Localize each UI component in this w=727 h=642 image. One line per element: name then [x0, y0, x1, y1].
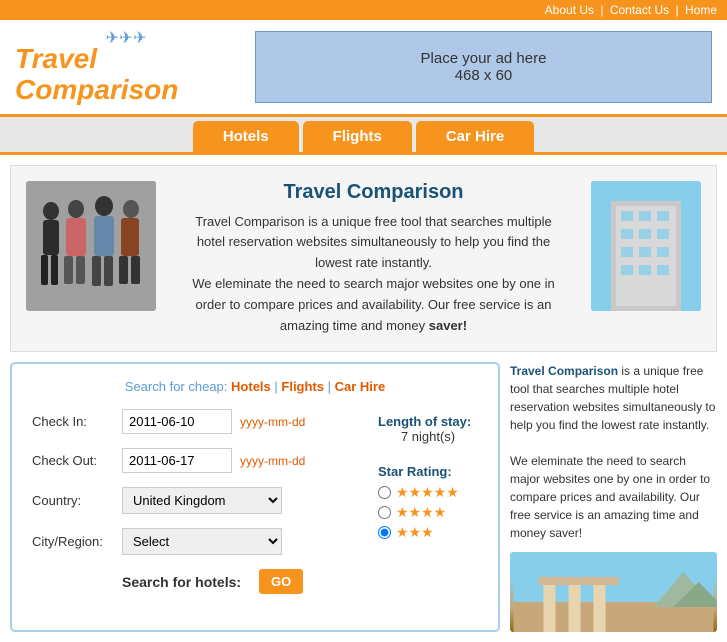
top-bar: About Us | Contact Us | Home	[0, 0, 727, 20]
checkin-input-group: yyyy-mm-dd	[122, 409, 305, 434]
tab-car-hire[interactable]: Car Hire	[416, 121, 534, 152]
country-select[interactable]: United Kingdom United States France Germ…	[122, 487, 282, 514]
star-3-row: ★★★	[378, 524, 478, 541]
checkin-label: Check In:	[32, 414, 122, 429]
hero-people-image	[26, 181, 156, 311]
sidebar-text: Travel Comparison is a unique free tool …	[510, 362, 717, 542]
checkin-input[interactable]	[122, 409, 232, 434]
header: ✈ ✈ ✈ Travel Comparison Place your ad he…	[0, 20, 727, 117]
star-4-row: ★★★★	[378, 504, 478, 521]
star-5-row: ★★★★★	[378, 484, 478, 501]
star-3-radio[interactable]	[378, 526, 391, 539]
city-row: City/Region: Select	[32, 528, 338, 555]
checkout-row: Check Out: yyyy-mm-dd	[32, 448, 338, 473]
sidebar-image	[510, 552, 717, 632]
home-link[interactable]: Home	[685, 3, 717, 17]
search-panel-wrap: Search for cheap: Hotels | Flights | Car…	[10, 362, 717, 632]
ad-line1: Place your ad here	[266, 50, 701, 67]
star-4-icons: ★★★★	[396, 504, 446, 521]
about-us-link[interactable]: About Us	[545, 3, 594, 17]
hero-body: Travel Comparison is a unique free tool …	[181, 212, 566, 337]
star-rating-section: Star Rating: ★★★★★ ★★★★ ★★★	[378, 464, 478, 544]
search-carhire-link[interactable]: Car Hire	[335, 379, 386, 394]
length-label: Length of stay:	[378, 414, 478, 429]
length-number: 7	[401, 429, 408, 444]
ad-banner: Place your ad here 468 x 60	[255, 31, 712, 103]
contact-us-link[interactable]: Contact Us	[610, 3, 669, 17]
logo-area: ✈ ✈ ✈ Travel Comparison	[15, 28, 235, 106]
hero-title: Travel Comparison	[181, 181, 566, 204]
logo-text: Travel Comparison	[15, 44, 235, 106]
length-of-stay: Length of stay: 7 night(s)	[378, 414, 478, 444]
ad-line2: 468 x 60	[266, 67, 701, 84]
hero-text: Travel Comparison Travel Comparison is a…	[171, 181, 576, 337]
search-title-text: Search for cheap:	[125, 379, 228, 394]
search-flights-link[interactable]: Flights	[281, 379, 324, 394]
length-unit: night(s)	[412, 429, 455, 444]
tab-hotels[interactable]: Hotels	[193, 121, 299, 152]
city-select[interactable]: Select	[122, 528, 282, 555]
go-button[interactable]: GO	[259, 569, 303, 594]
checkin-row: Check In: yyyy-mm-dd	[32, 409, 338, 434]
tab-flights[interactable]: Flights	[303, 121, 412, 152]
country-row: Country: United Kingdom United States Fr…	[32, 487, 338, 514]
separator2: |	[676, 3, 682, 17]
length-value: 7 night(s)	[378, 429, 478, 444]
hero-section: Travel Comparison Travel Comparison is a…	[10, 165, 717, 353]
search-button-row: Search for hotels: GO	[32, 569, 338, 594]
checkout-input[interactable]	[122, 448, 232, 473]
country-label: Country:	[32, 493, 122, 508]
checkout-placeholder: yyyy-mm-dd	[240, 454, 305, 468]
star-label: Star Rating:	[378, 464, 478, 479]
sidebar: Travel Comparison is a unique free tool …	[510, 362, 717, 632]
sep2: |	[328, 379, 335, 394]
search-title: Search for cheap: Hotels | Flights | Car…	[32, 379, 478, 394]
search-panel: Search for cheap: Hotels | Flights | Car…	[10, 362, 500, 632]
search-hotels-link[interactable]: Hotels	[231, 379, 271, 394]
star-4-radio[interactable]	[378, 506, 391, 519]
star-5-icons: ★★★★★	[396, 484, 459, 501]
star-3-icons: ★★★	[396, 524, 434, 541]
checkin-placeholder: yyyy-mm-dd	[240, 415, 305, 429]
hero-building-image	[591, 181, 701, 311]
separator1: |	[600, 3, 606, 17]
sidebar-brand: Travel Comparison	[510, 364, 618, 378]
nav-tabs: Hotels Flights Car Hire	[0, 117, 727, 155]
checkout-input-group: yyyy-mm-dd	[122, 448, 305, 473]
city-label: City/Region:	[32, 534, 122, 549]
checkout-label: Check Out:	[32, 453, 122, 468]
star-5-radio[interactable]	[378, 486, 391, 499]
search-label: Search for hotels:	[122, 574, 241, 590]
